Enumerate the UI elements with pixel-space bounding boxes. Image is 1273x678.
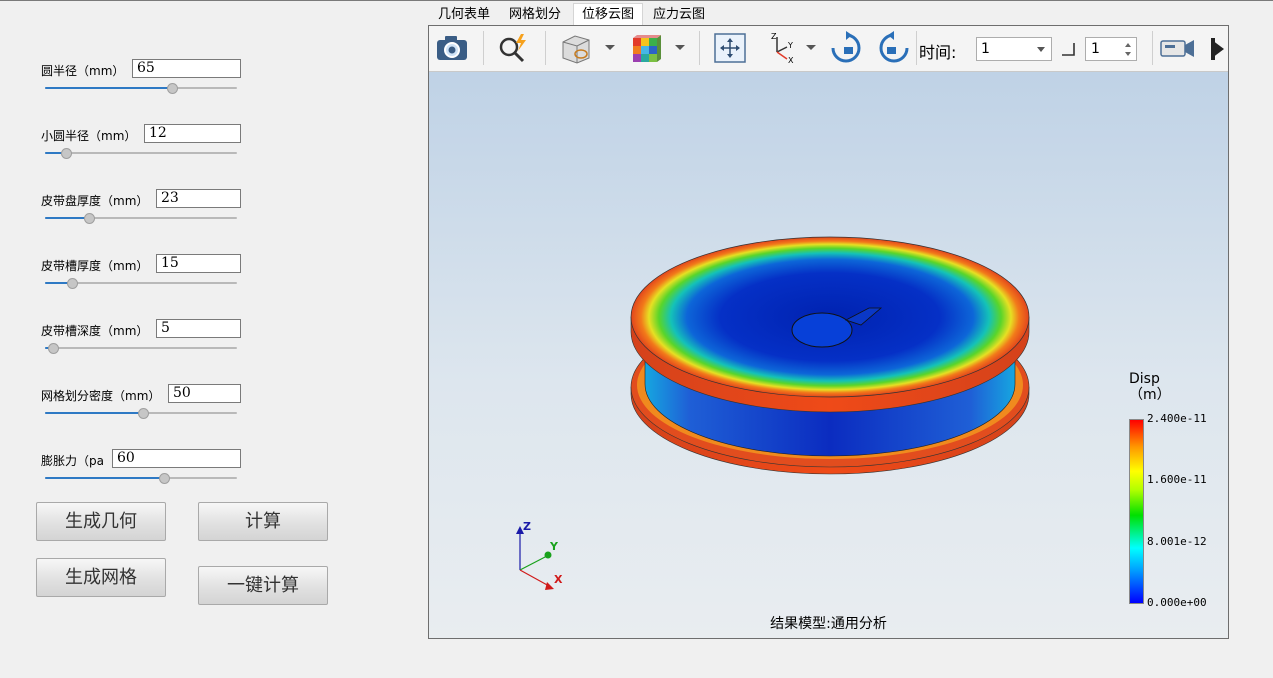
axis-z-label: Z xyxy=(523,520,531,533)
slider-handle[interactable] xyxy=(166,83,178,94)
axis-x-label: X xyxy=(554,573,563,586)
groove-thickness-slider[interactable] xyxy=(45,278,237,289)
groove-thickness-input[interactable]: 15 xyxy=(156,254,241,273)
groove-depth-slider[interactable] xyxy=(45,343,237,354)
pulley-thickness-slider[interactable] xyxy=(45,213,237,224)
result-viewer: Z Y X 时间: 1 1 Z Y X Disp （m） 2.400e-11 1… xyxy=(428,25,1229,639)
tab-geometry-form[interactable]: 几何表单 xyxy=(432,4,496,26)
slider-handle[interactable] xyxy=(66,278,78,289)
legend-title-text: Disp xyxy=(1129,371,1160,387)
tab-meshing[interactable]: 网格划分 xyxy=(503,4,567,26)
toolbar-separator xyxy=(1152,31,1153,65)
compute-button[interactable]: 计算 xyxy=(198,502,328,541)
inner-radius-input[interactable]: 12 xyxy=(144,124,241,143)
param-label-groove-depth: 皮带槽深度（mm） xyxy=(41,324,149,338)
legend-tick-3: 8.001e-12 xyxy=(1147,535,1207,548)
generate-geometry-button[interactable]: 生成几何 xyxy=(36,502,166,541)
render-viewport[interactable]: Z Y X Disp （m） 2.400e-11 1.600e-11 8.001… xyxy=(429,72,1228,638)
axis-triad-icon: Z Y X xyxy=(516,520,563,590)
slider-fill xyxy=(45,477,165,479)
outer-radius-slider[interactable] xyxy=(45,83,237,94)
contour-color-icon[interactable] xyxy=(627,30,665,66)
contour-color-dropdown-icon[interactable] xyxy=(675,45,685,50)
toolbar-separator xyxy=(699,31,700,65)
axis-y-label: Y xyxy=(549,540,559,553)
toolbar-separator xyxy=(545,31,546,65)
svg-text:Z: Z xyxy=(771,32,777,41)
outer-radius-input[interactable]: 65 xyxy=(132,59,241,78)
svg-text:X: X xyxy=(788,56,794,65)
slider-handle[interactable] xyxy=(137,408,149,419)
expansion-force-input[interactable]: 60 xyxy=(112,449,241,468)
slider-handle[interactable] xyxy=(61,148,73,159)
spin-down-icon[interactable] xyxy=(1125,52,1131,56)
param-label-mesh-density: 网格划分密度（mm） xyxy=(41,389,161,403)
spin-up-icon[interactable] xyxy=(1125,43,1131,47)
param-label-outer-radius: 圆半径（mm） xyxy=(41,64,125,78)
axis-orientation-dropdown-icon[interactable] xyxy=(806,45,816,50)
expansion-force-slider[interactable] xyxy=(45,473,237,484)
mesh-density-input[interactable]: 50 xyxy=(168,384,241,403)
rotate-clockwise-icon[interactable] xyxy=(827,30,865,66)
view-cube-dropdown-icon[interactable] xyxy=(605,45,615,50)
slider-handle[interactable] xyxy=(84,213,96,224)
chevron-down-icon xyxy=(1037,47,1045,52)
step-spinbox[interactable]: 1 xyxy=(1085,37,1137,61)
video-record-icon[interactable] xyxy=(1159,30,1197,66)
rotate-counterclockwise-icon[interactable] xyxy=(875,30,913,66)
toolbar-separator xyxy=(483,31,484,65)
legend-color-bar xyxy=(1129,419,1144,604)
svg-text:Y: Y xyxy=(787,41,793,50)
camera-icon[interactable] xyxy=(433,30,471,66)
time-select-value: 1 xyxy=(981,41,990,57)
groove-depth-input[interactable]: 5 xyxy=(156,319,241,338)
param-label-pulley-thickness: 皮带盘厚度（mm） xyxy=(41,194,149,208)
inner-radius-slider[interactable] xyxy=(45,148,237,159)
tab-displacement-contour[interactable]: 位移云图 xyxy=(573,3,643,27)
legend-unit: （m） xyxy=(1129,387,1171,403)
axis-orientation-icon[interactable]: Z Y X xyxy=(763,30,801,66)
slider-handle[interactable] xyxy=(159,473,171,484)
time-label: 时间: xyxy=(919,43,957,62)
param-label-expansion-force: 膨胀力（pa xyxy=(41,454,104,468)
fit-view-icon[interactable] xyxy=(711,30,749,66)
viewer-toolbar: Z Y X 时间: 1 1 xyxy=(429,26,1228,72)
mesh-density-slider[interactable] xyxy=(45,408,237,419)
slider-handle[interactable] xyxy=(47,343,59,354)
slider-fill xyxy=(45,412,143,414)
step-spinbox-value: 1 xyxy=(1091,41,1100,57)
legend-tick-max: 2.400e-11 xyxy=(1147,412,1207,425)
time-select[interactable]: 1 xyxy=(976,37,1052,61)
legend-tick-2: 1.600e-11 xyxy=(1147,473,1207,486)
slider-fill xyxy=(45,87,172,89)
play-icon[interactable] xyxy=(1210,36,1226,62)
view-cube-icon[interactable] xyxy=(557,30,595,66)
tab-stress-contour[interactable]: 应力云图 xyxy=(647,4,711,26)
legend-tick-min: 0.000e+00 xyxy=(1147,596,1207,609)
result-model-label: 结果模型:通用分析 xyxy=(770,616,887,632)
one-click-compute-button[interactable]: 一键计算 xyxy=(198,566,328,605)
step-icon xyxy=(1062,43,1075,56)
param-label-inner-radius: 小圆半径（mm） xyxy=(41,129,137,143)
toolbar-separator xyxy=(916,31,917,65)
pulley-model xyxy=(630,236,1030,475)
top-border xyxy=(0,0,1273,1)
legend-title: Disp （m） xyxy=(1129,371,1171,403)
probe-search-icon[interactable] xyxy=(495,30,533,66)
generate-mesh-button[interactable]: 生成网格 xyxy=(36,558,166,597)
slider-fill xyxy=(45,217,90,219)
pulley-thickness-input[interactable]: 23 xyxy=(156,189,241,208)
param-label-groove-thickness: 皮带槽厚度（mm） xyxy=(41,259,149,273)
